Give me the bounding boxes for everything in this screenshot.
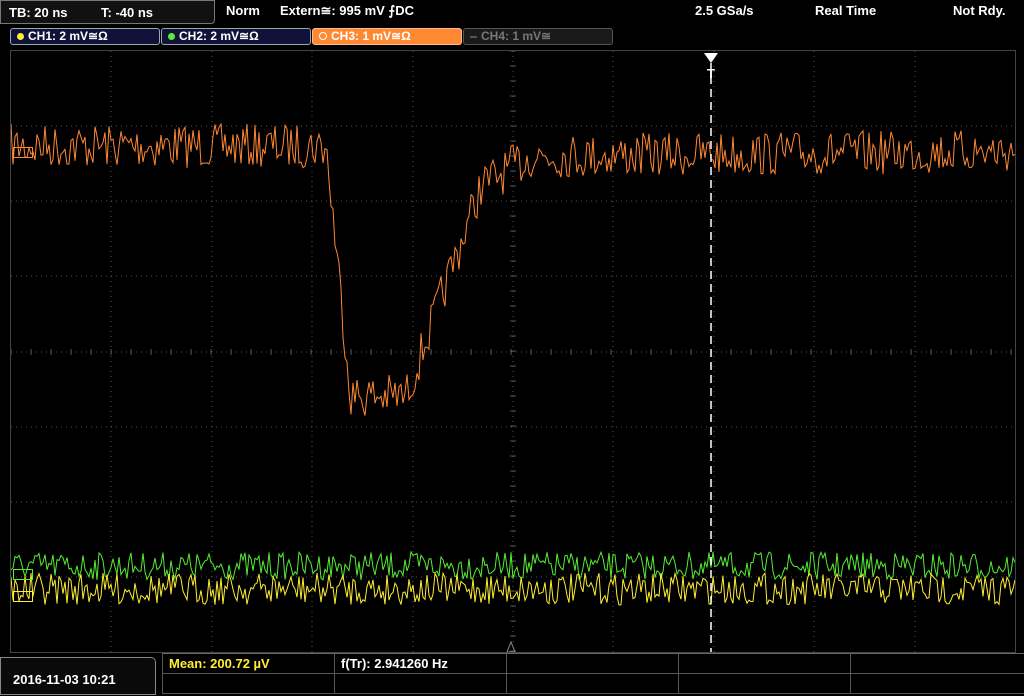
measurement-slot-4[interactable] bbox=[678, 654, 850, 674]
trigger-time-label: T: -40 ns bbox=[101, 5, 154, 20]
channel-1-indicator-icon bbox=[17, 33, 24, 40]
measurement-slot-7[interactable] bbox=[334, 674, 506, 694]
datetime-box: 2016-11-03 10:21 bbox=[0, 657, 156, 695]
channel-3-button[interactable]: CH3: 1 mV≅Ω bbox=[312, 28, 462, 45]
channel-4-label: CH4: 1 mV≅ bbox=[481, 29, 552, 43]
acquisition-mode: Real Time bbox=[815, 3, 877, 18]
status-bar: TB: 20 ns T: -40 ns Norm Extern≅: 995 mV… bbox=[0, 0, 1024, 24]
channel-2-indicator-icon bbox=[168, 33, 175, 40]
measurement-slot-8[interactable] bbox=[506, 674, 678, 694]
channel-3-indicator-icon bbox=[319, 32, 327, 40]
timebase-box[interactable]: TB: 20 ns T: -40 ns bbox=[0, 0, 215, 24]
measurement-slot-6[interactable] bbox=[162, 674, 334, 694]
channel-4-indicator-icon bbox=[470, 35, 477, 38]
footer-bar: 2016-11-03 10:21 Mean: 200.72 µV f(Tr): … bbox=[0, 653, 1024, 695]
channel-1-label: CH1: 2 mV≅Ω bbox=[28, 29, 108, 43]
waveform-display[interactable]: T bbox=[10, 50, 1016, 653]
channel-1-button[interactable]: CH1: 2 mV≅Ω bbox=[10, 28, 160, 45]
graticule: T bbox=[11, 51, 1015, 652]
sample-rate: 2.5 GSa/s bbox=[695, 3, 754, 18]
measurement-slot-3[interactable] bbox=[506, 654, 678, 674]
trigger-position-icon[interactable] bbox=[704, 53, 718, 63]
channel-2-offset-marker[interactable] bbox=[13, 569, 33, 580]
measurement-frequency[interactable]: f(Tr): 2.941260 Hz bbox=[334, 654, 506, 674]
measurement-slot-5[interactable] bbox=[850, 654, 1024, 674]
channel-1-offset-marker[interactable] bbox=[13, 591, 33, 602]
channel-2-button[interactable]: CH2: 2 mV≅Ω bbox=[161, 28, 311, 45]
channel-4-button[interactable]: CH4: 1 mV≅ bbox=[463, 28, 613, 45]
datetime-label: 2016-11-03 10:21 bbox=[13, 672, 116, 687]
timebase-label: TB: 20 ns bbox=[9, 5, 68, 20]
channel-2-label: CH2: 2 mV≅Ω bbox=[179, 29, 259, 43]
measurement-slot-9[interactable] bbox=[678, 674, 850, 694]
trigger-mode[interactable]: Norm bbox=[226, 3, 260, 18]
channel-3-offset-marker[interactable] bbox=[13, 147, 33, 158]
trigger-marker-label: T bbox=[707, 66, 715, 81]
measurement-panel: Mean: 200.72 µV f(Tr): 2.941260 Hz bbox=[162, 653, 1024, 696]
acquisition-status: Not Rdy. bbox=[953, 3, 1006, 18]
channel-bar: CH1: 2 mV≅Ω CH2: 2 mV≅Ω CH3: 1 mV≅Ω CH4:… bbox=[0, 24, 1024, 50]
measurement-mean[interactable]: Mean: 200.72 µV bbox=[162, 654, 334, 674]
measurement-slot-10[interactable] bbox=[850, 674, 1024, 694]
trigger-source[interactable]: Extern≅: 995 mV ⨍DC bbox=[280, 3, 414, 19]
channel-3-label: CH3: 1 mV≅Ω bbox=[331, 29, 411, 43]
